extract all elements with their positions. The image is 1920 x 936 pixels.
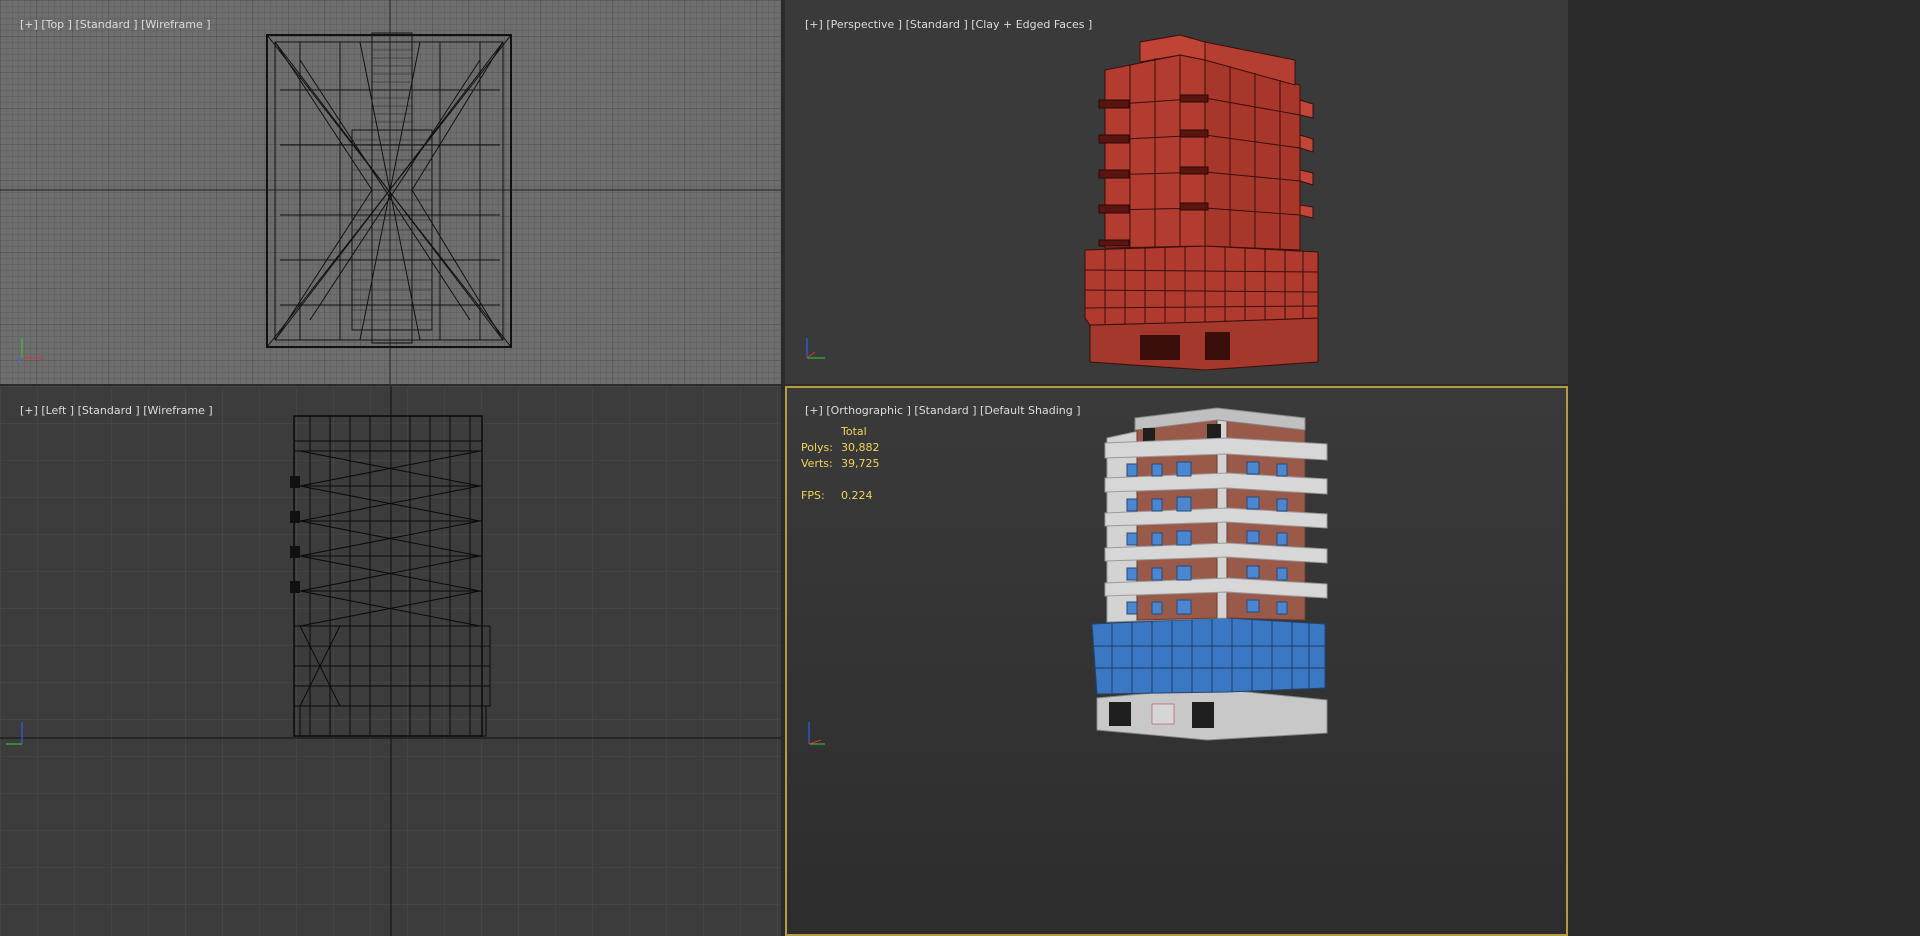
axis-tripod-icon <box>806 338 825 359</box>
view-standard-menu[interactable]: [Standard ] <box>906 18 968 31</box>
viewport-left-label[interactable]: [+] [Left ] [Standard ] [Wireframe ] <box>6 391 213 430</box>
left-wireframe-canvas <box>0 386 781 936</box>
viewport-menu-plus[interactable]: [+] <box>20 18 38 31</box>
viewport-left[interactable]: [+] [Left ] [Standard ] [Wireframe ] <box>0 386 781 936</box>
orthographic-shaded-canvas <box>808 407 1328 745</box>
viewport-top-label[interactable]: [+] [Top ] [Standard ] [Wireframe ] <box>6 5 211 44</box>
fps-value: 0.224 <box>841 489 873 502</box>
building-shaded-model <box>1091 407 1328 741</box>
viewport-perspective-label[interactable]: [+] [Perspective ] [Standard ] [Clay + E… <box>791 5 1092 44</box>
viewport-perspective[interactable]: [+] [Perspective ] [Standard ] [Clay + E… <box>785 0 1568 384</box>
view-standard-menu[interactable]: [Standard ] <box>75 18 137 31</box>
top-wireframe-canvas <box>0 0 781 384</box>
view-standard-menu[interactable]: [Standard ] <box>914 404 976 417</box>
view-type-menu[interactable]: [Top ] <box>41 18 72 31</box>
viewport-menu-plus[interactable]: [+] <box>805 404 823 417</box>
viewport-statistics-overlay: Total Polys: 30,882 Verts: 39,725 FPS: 0.22… <box>801 424 880 504</box>
viewport-menu-plus[interactable]: [+] <box>805 18 823 31</box>
viewport-top[interactable]: [+] [Top ] [Standard ] [Wireframe ] <box>0 0 781 384</box>
shading-mode-menu[interactable]: [Wireframe ] <box>143 404 212 417</box>
shading-mode-menu[interactable]: [Wireframe ] <box>141 18 210 31</box>
statistics-header: Total <box>841 425 867 438</box>
verts-value: 39,725 <box>841 457 880 470</box>
view-standard-menu[interactable]: [Standard ] <box>78 404 140 417</box>
viewport-orthographic[interactable]: [+] [Orthographic ] [Standard ] [Default… <box>785 386 1568 936</box>
shading-mode-menu[interactable]: [Default Shading ] <box>980 404 1080 417</box>
viewport-menu-plus[interactable]: [+] <box>20 404 38 417</box>
polys-label: Polys: <box>801 441 833 454</box>
view-type-menu[interactable]: [Left ] <box>41 404 74 417</box>
axis-tripod-icon <box>808 722 825 745</box>
verts-label: Verts: <box>801 457 833 470</box>
fps-label: FPS: <box>801 489 825 502</box>
view-type-menu[interactable]: [Perspective ] <box>826 18 902 31</box>
perspective-clay-canvas <box>806 34 1319 371</box>
building-clay-model <box>1084 34 1319 371</box>
shading-mode-menu[interactable]: [Clay + Edged Faces ] <box>971 18 1092 31</box>
polys-value: 30,882 <box>841 441 880 454</box>
view-type-menu[interactable]: [Orthographic ] <box>826 404 911 417</box>
